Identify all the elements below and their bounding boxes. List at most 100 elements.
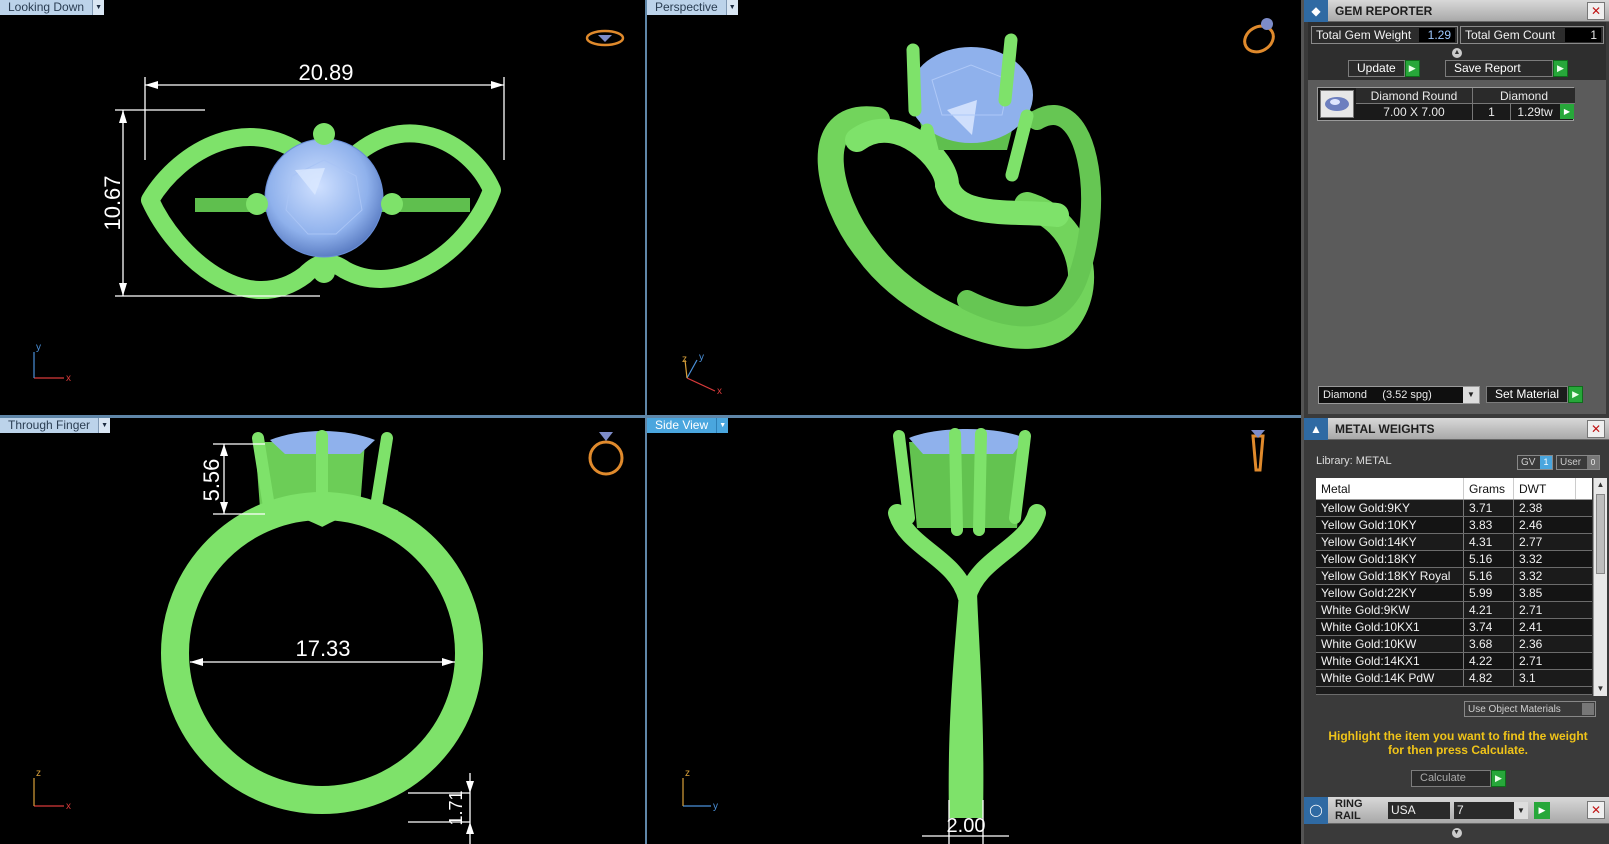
total-gem-weight-value: 1.29 (1419, 28, 1455, 42)
table-row[interactable]: Yellow Gold:10KY 3.83 2.46 (1316, 517, 1592, 534)
save-report-label: Save Report (1445, 60, 1553, 77)
dwt-cell: 2.77 (1519, 535, 1543, 549)
ring-rail-header: ◯ RING RAIL USA 7 ▼ ▶ ✕ (1304, 796, 1609, 824)
gem-material: Diamond (1473, 88, 1575, 104)
table-row[interactable]: White Gold:10KX1 3.74 2.41 (1316, 619, 1592, 636)
grams-cell: 4.82 (1464, 670, 1514, 686)
view-cube-perspective-icon[interactable] (1237, 14, 1283, 56)
column-header-grams[interactable]: Grams (1464, 478, 1514, 499)
table-row[interactable]: White Gold:9KW 4.21 2.71 (1316, 602, 1592, 619)
grams-cell: 4.21 (1464, 602, 1514, 618)
viewport-perspective[interactable]: Perspective ▼ x y z (647, 0, 1301, 415)
table-row[interactable]: Yellow Gold:22KY 5.99 3.85 (1316, 585, 1592, 602)
column-header-metal[interactable]: Metal (1316, 478, 1464, 499)
viewport-through-finger[interactable]: Through Finger ▼ 5.56 17.33 1.71 x z (0, 418, 645, 844)
save-report-button[interactable]: Save Report ▶ (1445, 60, 1568, 77)
table-row[interactable]: Yellow Gold:18KY Royal 5.16 3.32 (1316, 568, 1592, 585)
ring-size-select[interactable]: 7 ▼ (1454, 801, 1528, 819)
table-row[interactable]: White Gold:14K PdW 4.82 3.1 (1316, 670, 1592, 687)
viewport-vertical-splitter[interactable] (645, 0, 647, 844)
expand-handle-icon[interactable]: ▼ (1451, 828, 1462, 838)
table-row[interactable]: White Gold:14KX1 4.22 2.71 (1316, 653, 1592, 670)
close-icon[interactable]: ✕ (1587, 419, 1605, 438)
axis-x-label: x (66, 801, 71, 812)
metal-name-cell: White Gold:9KW (1316, 602, 1464, 618)
table-row[interactable]: Yellow Gold:18KY 5.16 3.32 (1316, 551, 1592, 568)
grams-cell: 5.16 (1464, 568, 1514, 584)
scroll-down-icon[interactable]: ▼ (1594, 682, 1607, 696)
dim-shank-label: 1.71 (446, 790, 466, 825)
gem-details-play-icon[interactable]: ▶ (1560, 104, 1574, 119)
gem-size: 7.00 X 7.00 (1356, 104, 1473, 120)
close-icon[interactable]: ✕ (1587, 1, 1605, 20)
viewport-horizontal-splitter[interactable] (0, 415, 1301, 418)
user-label: User (1560, 457, 1582, 468)
ring-size-value: 7 (1457, 802, 1464, 817)
metal-name-cell: White Gold:14KX1 (1316, 653, 1464, 669)
axis-z-label: z (685, 768, 690, 779)
dwt-cell: 2.41 (1519, 620, 1543, 634)
view-cube-top-icon[interactable] (584, 26, 626, 50)
total-gem-count-label: Total Gem Count (1465, 28, 1556, 42)
chevron-down-icon[interactable]: ▼ (1463, 387, 1479, 403)
update-label: Update (1348, 60, 1405, 77)
grams-cell: 5.99 (1464, 585, 1514, 601)
axis-x-label: x (717, 386, 722, 397)
scrollbar-thumb[interactable] (1596, 494, 1605, 574)
axis-y-label: y (699, 352, 704, 363)
toggle-icon (1582, 703, 1594, 715)
gem-list-item[interactable]: Diamond Round Diamond 7.00 X 7.00 1 1.29… (1317, 87, 1575, 121)
material-select[interactable]: Diamond (3.52 spg) ▼ (1318, 386, 1480, 404)
dim-width-label: 20.89 (298, 60, 353, 85)
dim-height-label: 10.67 (100, 175, 125, 230)
play-icon: ▶ (1491, 770, 1506, 787)
close-icon[interactable]: ✕ (1587, 801, 1605, 819)
view-cube-front-icon[interactable] (586, 426, 626, 478)
side-panel: ◆ GEM REPORTER ✕ Total Gem Weight 1.29 T… (1301, 0, 1609, 844)
ring-rail-play-icon[interactable]: ▶ (1534, 801, 1550, 819)
user-toggle[interactable]: User 0 (1556, 455, 1600, 470)
viewport-looking-down[interactable]: Looking Down ▼ 20.89 10.67 x y (0, 0, 645, 415)
chevron-down-icon[interactable]: ▼ (1514, 801, 1528, 819)
set-material-button[interactable]: Set Material ▶ (1486, 386, 1584, 403)
calculate-hint: Highlight the item you want to find the … (1328, 729, 1588, 757)
metal-name-cell: Yellow Gold:10KY (1316, 517, 1464, 533)
dwt-cell: 2.36 (1519, 637, 1543, 651)
view-cube-side-icon[interactable] (1245, 426, 1271, 478)
calculate-button[interactable]: Calculate ▶ (1411, 770, 1506, 787)
scroll-up-icon[interactable]: ▲ (1594, 478, 1607, 492)
axis-z-label: z (682, 354, 687, 365)
round-diamond-icon (1325, 97, 1349, 111)
dwt-cell: 3.32 (1519, 569, 1543, 583)
ring-standard-select[interactable]: USA (1388, 801, 1450, 819)
update-button[interactable]: Update ▶ (1348, 60, 1420, 77)
metal-table-scrollbar[interactable]: ▲ ▼ (1593, 478, 1607, 696)
gv-label: GV (1521, 457, 1536, 468)
viewport-side-view[interactable]: Side View ▼ 2.00 y z (647, 418, 1301, 844)
total-gem-weight-label: Total Gem Weight (1316, 28, 1412, 42)
table-row[interactable]: Yellow Gold:14KY 4.31 2.77 (1316, 534, 1592, 551)
table-row[interactable]: Yellow Gold:9KY 3.71 2.38 (1316, 500, 1592, 517)
dwt-cell: 3.1 (1519, 671, 1536, 685)
metal-weights-icon: ▲ (1304, 417, 1328, 440)
gem-reporter-body: Total Gem Weight 1.29 Total Gem Count 1 … (1308, 22, 1606, 414)
dwt-cell: 3.85 (1519, 586, 1543, 600)
axis-triad (33, 352, 64, 379)
column-header-dwt[interactable]: DWT (1514, 478, 1576, 499)
gem-thumbnail (1320, 90, 1354, 118)
table-row[interactable]: White Gold:10KW 3.68 2.36 (1316, 636, 1592, 653)
axis-y-label: y (36, 342, 41, 353)
collapse-handle-icon[interactable]: ▲ (1452, 48, 1462, 58)
gv-toggle[interactable]: GV 1 (1517, 455, 1553, 470)
metal-table-header: Metal Grams DWT (1316, 478, 1592, 500)
metal-name-cell: Yellow Gold:9KY (1316, 500, 1464, 516)
metal-name-cell: Yellow Gold:18KY (1316, 551, 1464, 567)
use-object-materials-toggle[interactable]: Use Object Materials (1464, 701, 1596, 717)
axis-z-label: z (36, 768, 41, 779)
metal-weights-title: METAL WEIGHTS (1335, 421, 1435, 436)
gem-shape: Diamond Round (1356, 88, 1473, 104)
metal-weights-table[interactable]: Metal Grams DWT Yellow Gold:9KY 3.71 2.38 Y… (1316, 478, 1592, 695)
dwt-cell: 2.46 (1519, 518, 1543, 532)
axis-y-label: y (713, 801, 718, 812)
total-gem-count-field: Total Gem Count 1 (1460, 26, 1604, 44)
